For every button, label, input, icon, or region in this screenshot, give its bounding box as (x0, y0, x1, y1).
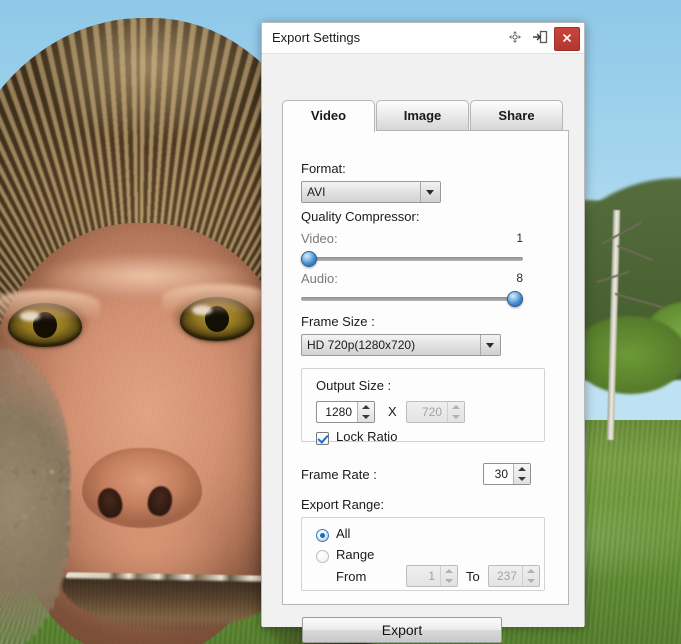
export-settings-dialog: Export Settings Video Image Share Format… (261, 22, 585, 643)
frame-size-value: HD 720p(1280x720) (307, 338, 416, 352)
stepper-up-icon (448, 402, 464, 412)
slider-track[interactable] (301, 257, 523, 261)
output-height-value: 720 (421, 405, 442, 419)
output-size-label: Output Size : (316, 378, 392, 393)
slider-track[interactable] (301, 297, 523, 301)
video-quality-slider[interactable] (301, 251, 523, 267)
minimize-to-tray-icon[interactable] (529, 27, 551, 48)
radio-all-label[interactable]: All (336, 526, 350, 541)
video-settings-panel: Format: AVI Quality Compressor: Video: 1… (282, 130, 569, 605)
stepper-up-icon (441, 566, 457, 576)
export-range-label: Export Range: (301, 497, 385, 512)
format-dropdown[interactable]: AVI (301, 181, 441, 203)
tab-image[interactable]: Image (376, 100, 469, 130)
audio-quality-value: 8 (516, 271, 523, 285)
radio-range[interactable] (316, 550, 329, 563)
stepper-buttons (440, 566, 457, 586)
slider-handle[interactable] (507, 291, 523, 307)
export-range-group: All Range From 1 To 237 (301, 517, 545, 591)
range-to-stepper[interactable]: 237 (488, 565, 540, 587)
dialog-content: Video Image Share Format: AVI Quality Co… (262, 54, 584, 643)
frame-size-dropdown[interactable]: HD 720p(1280x720) (301, 334, 501, 356)
monkey-left-eyelid (0, 290, 100, 318)
stepper-down-icon (523, 576, 539, 586)
range-from-stepper[interactable]: 1 (406, 565, 458, 587)
video-quality-value: 1 (516, 231, 523, 245)
stepper-buttons (447, 402, 464, 422)
tab-video[interactable]: Video (282, 100, 375, 132)
video-quality-label: Video: (301, 231, 338, 246)
radio-range-label[interactable]: Range (336, 547, 374, 562)
stepper-buttons[interactable] (357, 402, 374, 422)
stepper-down-icon (448, 412, 464, 422)
output-width-stepper[interactable]: 1280 (316, 401, 375, 423)
slider-handle[interactable] (301, 251, 317, 267)
from-label: From (336, 569, 367, 584)
frame-rate-value[interactable]: 30 (484, 464, 513, 484)
chevron-down-icon[interactable] (480, 335, 500, 355)
frame-rate-stepper[interactable]: 30 (483, 463, 531, 485)
stepper-up-icon[interactable] (514, 464, 530, 474)
dialog-title: Export Settings (272, 30, 361, 45)
export-button[interactable]: Export (302, 617, 502, 643)
close-button[interactable] (554, 27, 580, 51)
to-label: To (466, 569, 480, 584)
chevron-down-icon[interactable] (420, 182, 440, 202)
tab-share[interactable]: Share (470, 100, 563, 130)
output-height-stepper[interactable]: 720 (406, 401, 465, 423)
stepper-down-icon (441, 576, 457, 586)
frame-rate-label: Frame Rate : (301, 467, 377, 482)
output-width-value[interactable]: 1280 (317, 402, 357, 422)
monkey-nose (82, 448, 202, 528)
stepper-buttons (522, 566, 539, 586)
stepper-down-icon[interactable] (514, 474, 530, 484)
format-label: Format: (301, 161, 346, 176)
range-from-value: 1 (428, 569, 435, 583)
dialog-titlebar[interactable]: Export Settings (262, 23, 584, 54)
range-to-value: 237 (496, 569, 517, 583)
quality-compressor-label: Quality Compressor: (301, 209, 420, 224)
pin-icon[interactable] (504, 27, 526, 48)
stepper-up-icon (523, 566, 539, 576)
format-value: AVI (307, 185, 326, 199)
radio-all[interactable] (316, 529, 329, 542)
stepper-buttons[interactable] (513, 464, 530, 484)
lock-ratio-checkbox[interactable] (316, 432, 329, 445)
stepper-up-icon[interactable] (358, 402, 374, 412)
size-separator: X (388, 404, 397, 419)
tabstrip: Video Image Share (282, 100, 569, 132)
monkey-right-eyelid (162, 284, 272, 312)
output-size-group: Output Size : 1280 X 720 Lock Ratio (301, 368, 545, 445)
audio-quality-slider[interactable] (301, 291, 523, 307)
frame-size-label: Frame Size : (301, 314, 375, 329)
lock-ratio-label[interactable]: Lock Ratio (336, 429, 397, 444)
stepper-down-icon[interactable] (358, 412, 374, 422)
audio-quality-label: Audio: (301, 271, 338, 286)
